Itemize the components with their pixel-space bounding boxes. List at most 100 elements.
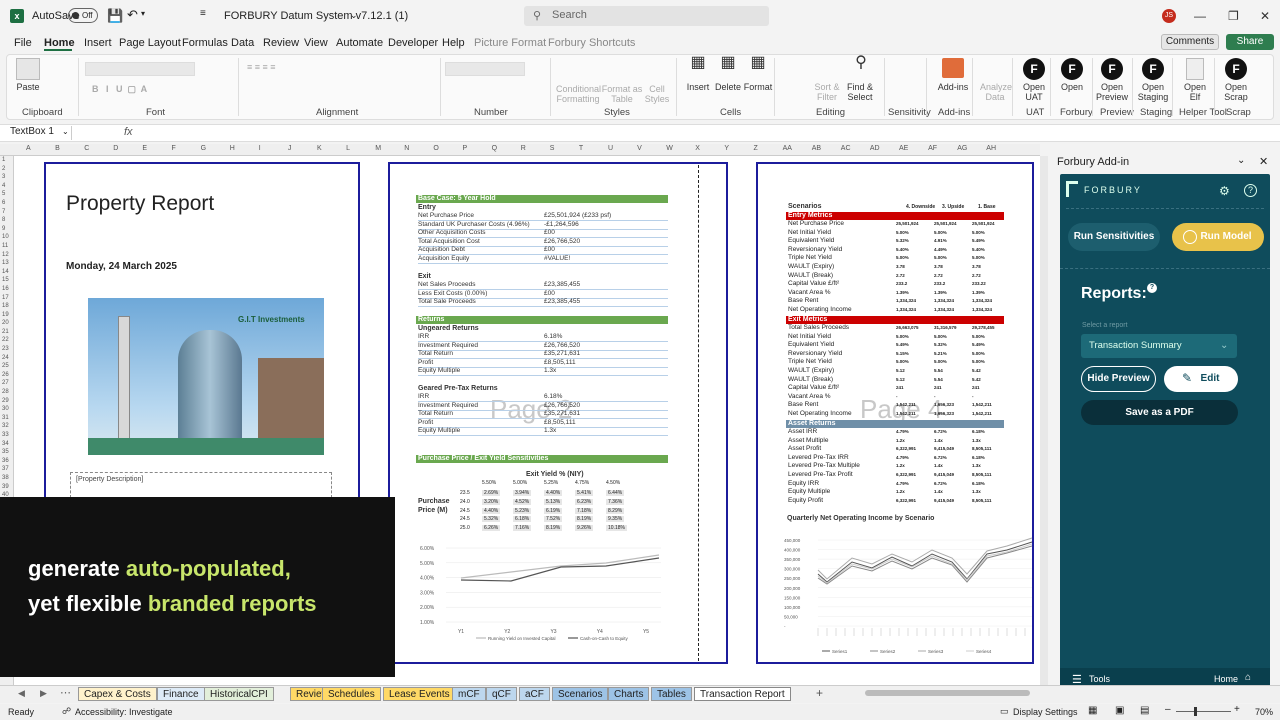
search-input[interactable]: ⚲ Search xyxy=(524,6,769,26)
save-pdf-button[interactable]: Save as a PDF xyxy=(1081,400,1238,425)
row-header[interactable]: 23 xyxy=(0,345,13,354)
row-header[interactable]: 17 xyxy=(0,294,13,303)
column-header[interactable]: I xyxy=(259,145,261,152)
row-header[interactable]: 18 xyxy=(0,302,13,311)
row-header[interactable]: 25 xyxy=(0,362,13,371)
tools-button[interactable]: Tools xyxy=(1089,674,1110,684)
column-header[interactable]: X xyxy=(695,145,700,152)
insert-cells-button[interactable]: Insert xyxy=(684,82,712,92)
column-header[interactable]: C xyxy=(84,145,89,152)
avatar[interactable]: JS xyxy=(1162,9,1176,23)
undo-dropdown-icon[interactable]: ▾ xyxy=(141,9,145,18)
page-break-icon[interactable]: ▤ xyxy=(1140,705,1149,716)
column-header[interactable]: AB xyxy=(812,145,821,152)
sheet-tab[interactable]: HistoricalCPI xyxy=(204,687,274,701)
zoom-slider[interactable] xyxy=(1176,711,1231,712)
menu-home[interactable]: Home xyxy=(44,37,75,49)
more-tabs-icon[interactable]: ⋯ xyxy=(60,686,71,699)
close-icon[interactable]: ✕ xyxy=(1260,9,1270,23)
insert-function-icon[interactable]: fx xyxy=(124,126,133,138)
row-header[interactable]: 13 xyxy=(0,259,13,268)
row-header[interactable]: 3 xyxy=(0,173,13,182)
alignment-buttons[interactable]: ≡ ≡ ≡ ≡ xyxy=(247,62,327,72)
hide-preview-button[interactable]: Hide Preview xyxy=(1081,366,1156,392)
row-header[interactable]: 26 xyxy=(0,371,13,380)
row-header[interactable]: 19 xyxy=(0,311,13,320)
column-header[interactable]: U xyxy=(608,145,613,152)
paste-button[interactable]: Paste xyxy=(13,82,43,92)
forbury-logo-icon[interactable]: F xyxy=(1061,58,1083,80)
row-header[interactable]: 16 xyxy=(0,285,13,294)
share-button[interactable]: Share xyxy=(1226,34,1274,50)
row-header[interactable]: 12 xyxy=(0,251,13,260)
column-header[interactable]: AF xyxy=(928,145,937,152)
scroll-left-icon[interactable]: ◀ xyxy=(18,688,25,699)
row-header[interactable]: 15 xyxy=(0,276,13,285)
help-icon[interactable]: ? xyxy=(1244,184,1257,197)
scroll-right-icon[interactable]: ▶ xyxy=(40,688,47,699)
sheet-tab[interactable]: qCF xyxy=(486,687,517,701)
format-cells-icon[interactable]: ▦ xyxy=(743,55,773,80)
column-header[interactable]: G xyxy=(201,145,206,152)
find-icon[interactable]: ⚲ xyxy=(846,55,876,80)
menu-file[interactable]: File xyxy=(14,37,32,49)
home-icon[interactable]: ⌂ xyxy=(1245,672,1251,683)
menu-picture-format[interactable]: Picture Format xyxy=(474,37,546,49)
accessibility-icon[interactable]: ☍ xyxy=(62,706,71,717)
number-format-select[interactable] xyxy=(445,62,525,76)
column-header[interactable]: S xyxy=(550,145,555,152)
zoom-thumb[interactable] xyxy=(1194,707,1197,716)
row-header[interactable]: 8 xyxy=(0,216,13,225)
analyze-data-button[interactable]: Analyze Data xyxy=(980,82,1012,102)
column-header[interactable]: T xyxy=(579,145,583,152)
row-header[interactable]: 39 xyxy=(0,483,13,492)
helper-tool-icon[interactable] xyxy=(1186,58,1204,80)
row-header[interactable]: 14 xyxy=(0,268,13,277)
paste-icon[interactable] xyxy=(16,58,40,80)
column-header[interactable]: AH xyxy=(986,145,996,152)
column-header[interactable]: V xyxy=(637,145,642,152)
column-header[interactable]: R xyxy=(521,145,526,152)
row-header[interactable]: 33 xyxy=(0,431,13,440)
column-header[interactable]: L xyxy=(346,145,350,152)
column-header[interactable]: D xyxy=(113,145,118,152)
close-pane-icon[interactable]: ✕ xyxy=(1259,155,1268,168)
run-sensitivities-button[interactable]: Run Sensitivities xyxy=(1068,223,1160,251)
row-header[interactable]: 30 xyxy=(0,405,13,414)
row-header[interactable]: 11 xyxy=(0,242,13,251)
menu-insert[interactable]: Insert xyxy=(84,37,112,49)
row-header[interactable]: 21 xyxy=(0,328,13,337)
row-header[interactable]: 28 xyxy=(0,388,13,397)
open-staging-button[interactable]: Open Staging xyxy=(1136,82,1170,102)
normal-view-icon[interactable]: ▦ xyxy=(1088,705,1097,716)
add-sheet-icon[interactable]: + xyxy=(816,686,823,700)
home-button[interactable]: Home xyxy=(1214,674,1238,684)
row-header[interactable]: 9 xyxy=(0,225,13,234)
menu-page-layout[interactable]: Page Layout xyxy=(119,37,181,49)
menu-data[interactable]: Data xyxy=(231,37,254,49)
open-preview-button[interactable]: Open Preview xyxy=(1096,82,1128,102)
sheet-tab[interactable]: Capex & Costs xyxy=(78,687,157,701)
sheet-tab[interactable]: Charts xyxy=(608,687,650,701)
find-select-button[interactable]: Find & Select xyxy=(844,82,876,102)
row-header[interactable]: 37 xyxy=(0,465,13,474)
column-header[interactable]: P xyxy=(463,145,468,152)
title-dropdown-icon[interactable]: ⌄ xyxy=(350,10,358,21)
cell-styles-button[interactable]: Cell Styles xyxy=(642,58,672,104)
edit-button[interactable]: Edit xyxy=(1164,366,1238,392)
column-header[interactable]: W xyxy=(666,145,673,152)
vertical-scrollbar[interactable] xyxy=(1040,156,1048,686)
row-header[interactable]: 34 xyxy=(0,440,13,449)
sort-filter-button[interactable]: Sort & Filter xyxy=(812,82,842,102)
minimize-icon[interactable]: — xyxy=(1194,9,1206,23)
row-header[interactable]: 5 xyxy=(0,190,13,199)
row-header[interactable]: 2 xyxy=(0,165,13,174)
open-scrap-button[interactable]: Open Scrap xyxy=(1220,82,1252,102)
format-cells-button[interactable]: Format xyxy=(742,82,774,92)
column-header[interactable]: O xyxy=(433,145,438,152)
row-header[interactable]: 4 xyxy=(0,182,13,191)
row-header[interactable]: 20 xyxy=(0,319,13,328)
comments-button[interactable]: Comments xyxy=(1161,34,1219,50)
forbury-logo-icon[interactable]: F xyxy=(1142,58,1164,80)
row-header[interactable]: 24 xyxy=(0,354,13,363)
